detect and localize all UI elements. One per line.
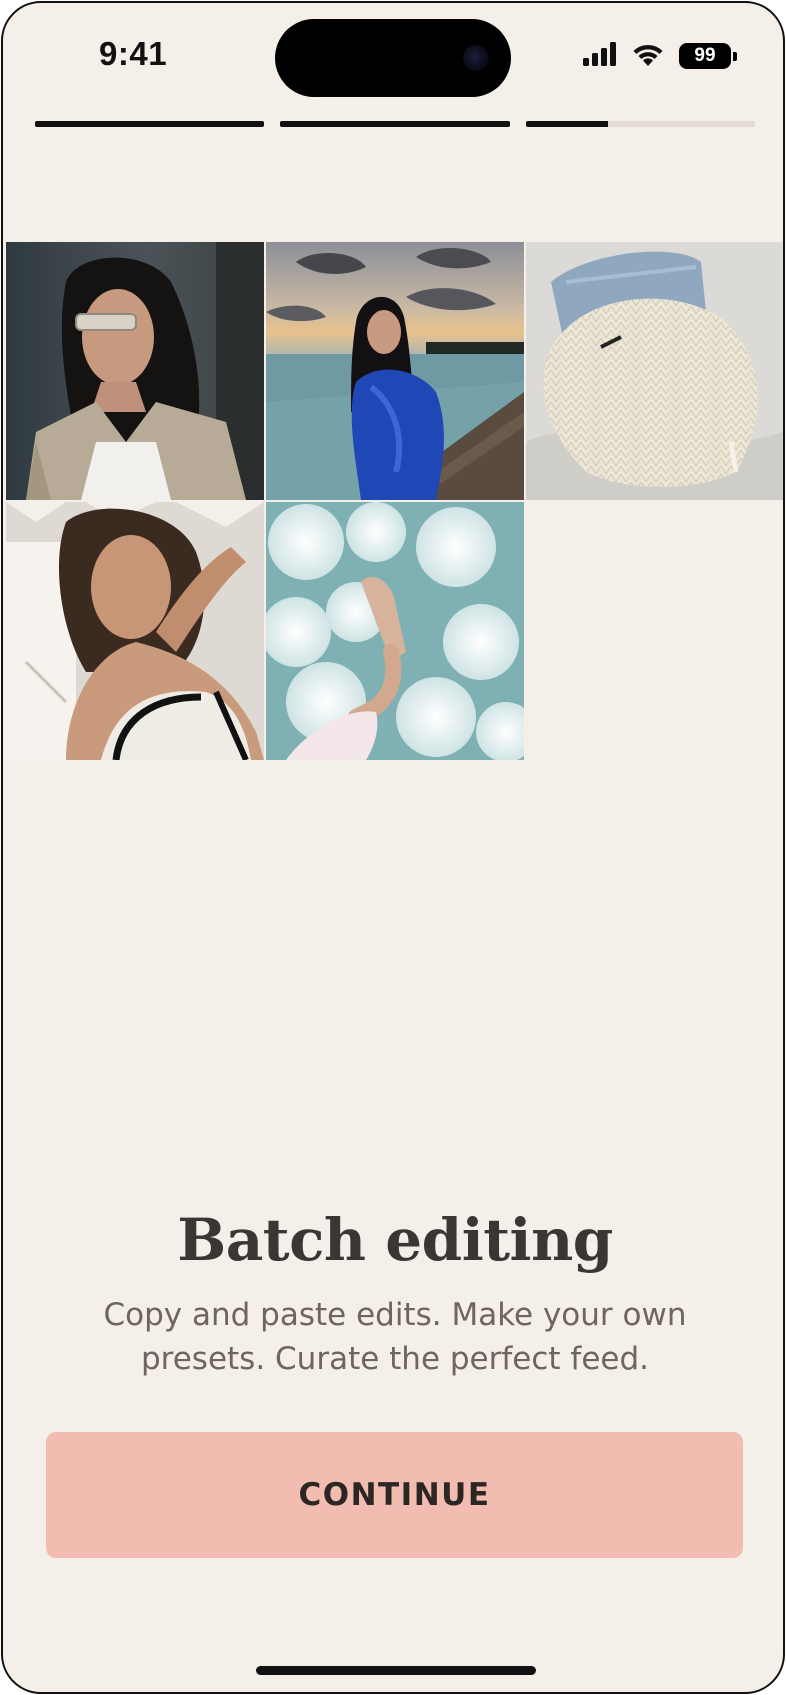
status-time: 9:41	[99, 35, 168, 72]
photo-grid	[6, 242, 783, 760]
phone-frame: 9:41 99 Batch editing Copy and paste edi…	[1, 1, 785, 1694]
subtitle-line: Copy and paste edits. Make your own	[103, 1297, 687, 1333]
status-indicators: 99	[583, 41, 737, 72]
dynamic-island	[275, 19, 511, 97]
photo-hand-ocean	[266, 502, 524, 760]
onboarding-progress	[35, 121, 755, 127]
wifi-icon	[631, 41, 665, 72]
battery-level: 99	[694, 45, 716, 66]
photo-sweater-flatlay	[526, 242, 783, 500]
progress-fill	[525, 121, 609, 127]
battery-cap	[733, 52, 737, 61]
continue-button-label: CONTINUE	[298, 1477, 491, 1513]
photo-woman-blue-dress	[266, 242, 524, 500]
subtitle-line: presets. Curate the perfect feed.	[140, 1341, 650, 1377]
progress-segment-2	[280, 121, 510, 127]
page-title: Batch editing	[177, 1206, 613, 1274]
progress-fill	[280, 121, 510, 127]
continue-button[interactable]: CONTINUE	[46, 1432, 743, 1558]
cellular-signal-icon	[583, 41, 617, 71]
photo-woman-shade	[6, 502, 264, 760]
progress-segment-1	[35, 121, 265, 127]
progress-fill	[35, 121, 265, 127]
page-subtitle: Copy and paste edits. Make your own pres…	[63, 1293, 727, 1381]
home-indicator[interactable]	[256, 1666, 536, 1675]
progress-segment-3	[525, 121, 755, 127]
front-camera-icon	[463, 45, 489, 71]
battery-icon: 99	[679, 43, 737, 69]
photo-woman-sunglasses	[6, 242, 264, 500]
